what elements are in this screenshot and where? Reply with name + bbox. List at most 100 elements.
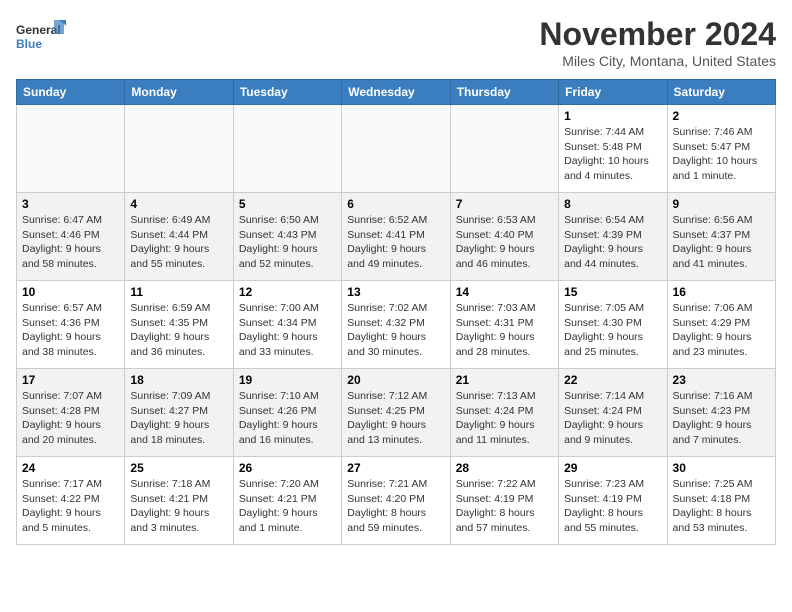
dow-header-friday: Friday <box>559 80 667 105</box>
day-info: Sunrise: 7:18 AM Sunset: 4:21 PM Dayligh… <box>130 477 227 536</box>
day-cell: 13 Sunrise: 7:02 AM Sunset: 4:32 PM Dayli… <box>342 281 450 369</box>
day-info: Sunrise: 6:57 AM Sunset: 4:36 PM Dayligh… <box>22 301 119 360</box>
day-info: Sunrise: 7:00 AM Sunset: 4:34 PM Dayligh… <box>239 301 336 360</box>
day-info: Sunrise: 7:14 AM Sunset: 4:24 PM Dayligh… <box>564 389 661 448</box>
day-info: Sunrise: 6:56 AM Sunset: 4:37 PM Dayligh… <box>673 213 770 272</box>
day-cell: 12 Sunrise: 7:00 AM Sunset: 4:34 PM Dayli… <box>233 281 341 369</box>
day-number: 13 <box>347 285 444 299</box>
day-cell: 19Sunrise: 7:10 AM Sunset: 4:26 PM Dayli… <box>233 369 341 457</box>
day-cell <box>450 105 558 193</box>
day-info: Sunrise: 6:59 AM Sunset: 4:35 PM Dayligh… <box>130 301 227 360</box>
week-row-4: 17 Sunrise: 7:07 AM Sunset: 4:28 PM Dayli… <box>17 369 776 457</box>
day-number: 5 <box>239 197 336 211</box>
day-info: Sunrise: 6:52 AM Sunset: 4:41 PM Dayligh… <box>347 213 444 272</box>
day-info: Sunrise: 7:25 AM Sunset: 4:18 PM Dayligh… <box>673 477 770 536</box>
day-number: 10 <box>22 285 119 299</box>
month-title: November 2024 <box>539 16 776 53</box>
dow-header-tuesday: Tuesday <box>233 80 341 105</box>
day-number: 11 <box>130 285 227 299</box>
day-info: Sunrise: 7:23 AM Sunset: 4:19 PM Dayligh… <box>564 477 661 536</box>
day-cell: 11 Sunrise: 6:59 AM Sunset: 4:35 PM Dayli… <box>125 281 233 369</box>
day-number: 19 <box>239 373 336 387</box>
day-info: Sunrise: 6:49 AM Sunset: 4:44 PM Dayligh… <box>130 213 227 272</box>
dow-header-monday: Monday <box>125 80 233 105</box>
day-cell: 28 Sunrise: 7:22 AM Sunset: 4:19 PM Dayli… <box>450 457 558 545</box>
day-number: 4 <box>130 197 227 211</box>
day-cell: 23 Sunrise: 7:16 AM Sunset: 4:23 PM Dayli… <box>667 369 775 457</box>
day-cell: 8 Sunrise: 6:54 AM Sunset: 4:39 PM Daylig… <box>559 193 667 281</box>
week-row-1: 1Sunrise: 7:44 AM Sunset: 5:48 PM Daylig… <box>17 105 776 193</box>
day-number: 28 <box>456 461 553 475</box>
day-cell <box>17 105 125 193</box>
day-info: Sunrise: 6:47 AM Sunset: 4:46 PM Dayligh… <box>22 213 119 272</box>
day-cell: 22 Sunrise: 7:14 AM Sunset: 4:24 PM Dayli… <box>559 369 667 457</box>
day-number: 29 <box>564 461 661 475</box>
week-row-2: 3 Sunrise: 6:47 AM Sunset: 4:46 PM Daylig… <box>17 193 776 281</box>
day-cell: 26Sunrise: 7:20 AM Sunset: 4:21 PM Dayli… <box>233 457 341 545</box>
dow-header-thursday: Thursday <box>450 80 558 105</box>
day-number: 20 <box>347 373 444 387</box>
day-number: 17 <box>22 373 119 387</box>
day-cell <box>233 105 341 193</box>
day-number: 22 <box>564 373 661 387</box>
day-info: Sunrise: 6:50 AM Sunset: 4:43 PM Dayligh… <box>239 213 336 272</box>
day-info: Sunrise: 7:06 AM Sunset: 4:29 PM Dayligh… <box>673 301 770 360</box>
day-cell: 9 Sunrise: 6:56 AM Sunset: 4:37 PM Daylig… <box>667 193 775 281</box>
day-info: Sunrise: 7:12 AM Sunset: 4:25 PM Dayligh… <box>347 389 444 448</box>
logo: General Blue <box>16 16 66 58</box>
day-number: 16 <box>673 285 770 299</box>
day-info: Sunrise: 7:05 AM Sunset: 4:30 PM Dayligh… <box>564 301 661 360</box>
day-info: Sunrise: 7:17 AM Sunset: 4:22 PM Dayligh… <box>22 477 119 536</box>
day-info: Sunrise: 7:02 AM Sunset: 4:32 PM Dayligh… <box>347 301 444 360</box>
day-cell: 7Sunrise: 6:53 AM Sunset: 4:40 PM Daylig… <box>450 193 558 281</box>
day-number: 8 <box>564 197 661 211</box>
day-cell: 6 Sunrise: 6:52 AM Sunset: 4:41 PM Daylig… <box>342 193 450 281</box>
day-info: Sunrise: 7:07 AM Sunset: 4:28 PM Dayligh… <box>22 389 119 448</box>
svg-text:Blue: Blue <box>16 37 42 51</box>
day-number: 27 <box>347 461 444 475</box>
day-info: Sunrise: 7:21 AM Sunset: 4:20 PM Dayligh… <box>347 477 444 536</box>
day-cell: 17 Sunrise: 7:07 AM Sunset: 4:28 PM Dayli… <box>17 369 125 457</box>
day-number: 1 <box>564 109 661 123</box>
day-cell: 18Sunrise: 7:09 AM Sunset: 4:27 PM Dayli… <box>125 369 233 457</box>
day-number: 9 <box>673 197 770 211</box>
day-info: Sunrise: 7:46 AM Sunset: 5:47 PM Dayligh… <box>673 125 770 184</box>
day-cell: 24Sunrise: 7:17 AM Sunset: 4:22 PM Dayli… <box>17 457 125 545</box>
day-info: Sunrise: 7:16 AM Sunset: 4:23 PM Dayligh… <box>673 389 770 448</box>
day-cell: 2 Sunrise: 7:46 AM Sunset: 5:47 PM Daylig… <box>667 105 775 193</box>
day-info: Sunrise: 7:20 AM Sunset: 4:21 PM Dayligh… <box>239 477 336 536</box>
day-cell: 3 Sunrise: 6:47 AM Sunset: 4:46 PM Daylig… <box>17 193 125 281</box>
day-number: 6 <box>347 197 444 211</box>
dow-header-wednesday: Wednesday <box>342 80 450 105</box>
day-cell: 14Sunrise: 7:03 AM Sunset: 4:31 PM Dayli… <box>450 281 558 369</box>
day-cell: 1Sunrise: 7:44 AM Sunset: 5:48 PM Daylig… <box>559 105 667 193</box>
day-number: 12 <box>239 285 336 299</box>
days-of-week-row: SundayMondayTuesdayWednesdayThursdayFrid… <box>17 80 776 105</box>
day-info: Sunrise: 6:54 AM Sunset: 4:39 PM Dayligh… <box>564 213 661 272</box>
calendar: SundayMondayTuesdayWednesdayThursdayFrid… <box>16 79 776 545</box>
location: Miles City, Montana, United States <box>539 53 776 69</box>
day-info: Sunrise: 7:13 AM Sunset: 4:24 PM Dayligh… <box>456 389 553 448</box>
logo-svg: General Blue <box>16 16 66 58</box>
day-cell: 5 Sunrise: 6:50 AM Sunset: 4:43 PM Daylig… <box>233 193 341 281</box>
day-cell: 16 Sunrise: 7:06 AM Sunset: 4:29 PM Dayli… <box>667 281 775 369</box>
week-row-3: 10 Sunrise: 6:57 AM Sunset: 4:36 PM Dayli… <box>17 281 776 369</box>
dow-header-sunday: Sunday <box>17 80 125 105</box>
day-cell: 29 Sunrise: 7:23 AM Sunset: 4:19 PM Dayli… <box>559 457 667 545</box>
day-cell: 15Sunrise: 7:05 AM Sunset: 4:30 PM Dayli… <box>559 281 667 369</box>
day-cell <box>342 105 450 193</box>
day-number: 3 <box>22 197 119 211</box>
day-number: 23 <box>673 373 770 387</box>
day-number: 30 <box>673 461 770 475</box>
day-info: Sunrise: 7:22 AM Sunset: 4:19 PM Dayligh… <box>456 477 553 536</box>
header: General Blue November 2024 Miles City, M… <box>16 16 776 69</box>
day-cell: 4 Sunrise: 6:49 AM Sunset: 4:44 PM Daylig… <box>125 193 233 281</box>
day-number: 7 <box>456 197 553 211</box>
svg-text:General: General <box>16 23 61 37</box>
day-cell <box>125 105 233 193</box>
day-cell: 25Sunrise: 7:18 AM Sunset: 4:21 PM Dayli… <box>125 457 233 545</box>
day-number: 2 <box>673 109 770 123</box>
day-cell: 21Sunrise: 7:13 AM Sunset: 4:24 PM Dayli… <box>450 369 558 457</box>
day-cell: 27 Sunrise: 7:21 AM Sunset: 4:20 PM Dayli… <box>342 457 450 545</box>
week-row-5: 24Sunrise: 7:17 AM Sunset: 4:22 PM Dayli… <box>17 457 776 545</box>
